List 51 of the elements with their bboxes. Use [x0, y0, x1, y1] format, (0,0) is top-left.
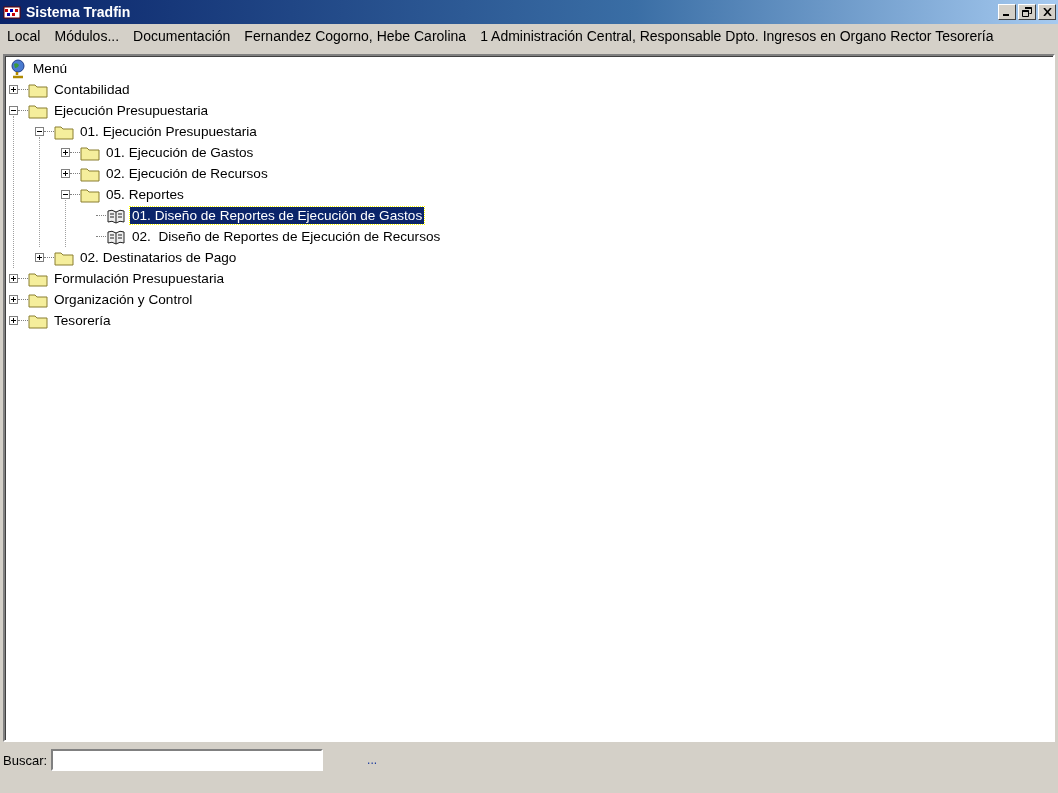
- menu-item[interactable]: Módulos...: [47, 28, 127, 44]
- collapse-icon[interactable]: [61, 190, 70, 199]
- expand-icon[interactable]: [9, 274, 18, 283]
- menu-item[interactable]: Documentación: [126, 28, 238, 44]
- menu-item[interactable]: Local: [0, 28, 48, 44]
- expand-icon[interactable]: [9, 295, 18, 304]
- more-link[interactable]: ...: [367, 753, 378, 767]
- collapse-icon[interactable]: [35, 127, 44, 136]
- folder-icon: [28, 270, 48, 287]
- collapse-icon[interactable]: [9, 106, 18, 115]
- tree-item[interactable]: Tesorería: [52, 312, 113, 329]
- expand-icon[interactable]: [35, 253, 44, 262]
- tree-item[interactable]: 01. Diseño de Reportes de Ejecución de Gastos: [130, 207, 425, 224]
- tree-item[interactable]: 05. Reportes: [104, 186, 186, 203]
- window-title: Sistema Tradfin: [26, 4, 132, 20]
- folder-icon: [54, 123, 74, 140]
- tree-item[interactable]: 02. Destinatarios de Pago: [78, 249, 239, 266]
- folder-icon: [28, 81, 48, 98]
- app-icon: [3, 4, 21, 20]
- book-icon: [106, 207, 126, 224]
- folder-icon: [54, 249, 74, 266]
- book-icon: [106, 228, 126, 245]
- menu-item[interactable]: Fernandez Cogorno, Hebe Carolina: [237, 28, 474, 44]
- restore-icon: [1022, 7, 1032, 17]
- folder-icon: [80, 144, 100, 161]
- tree-item[interactable]: 01. Ejecución de Gastos: [104, 144, 256, 161]
- folder-icon: [80, 165, 100, 182]
- restore-button[interactable]: [1018, 4, 1036, 20]
- minimize-button[interactable]: [998, 4, 1016, 20]
- tree-item[interactable]: Organización y Control: [52, 291, 195, 308]
- expand-icon[interactable]: [61, 148, 70, 157]
- search-label: Buscar:: [3, 752, 48, 768]
- expand-icon[interactable]: [9, 85, 18, 94]
- tree-root[interactable]: Menú: [31, 60, 69, 77]
- expand-icon[interactable]: [61, 169, 70, 178]
- tree-item[interactable]: 01. Ejecución Presupuestaria: [78, 123, 259, 140]
- tree-item[interactable]: Formulación Presupuestaria: [52, 270, 226, 287]
- folder-icon: [80, 186, 100, 203]
- tree-item[interactable]: 02. Diseño de Reportes de Ejecución de Recursos: [130, 228, 443, 245]
- folder-icon: [28, 102, 48, 119]
- menu-item[interactable]: 1 Administración Central, Responsable Dpto. Ingresos en Organo Rector Tesorería: [473, 28, 1001, 44]
- close-button[interactable]: [1038, 4, 1056, 20]
- close-icon: [1042, 8, 1052, 16]
- folder-icon: [28, 312, 48, 329]
- globe-icon: [9, 58, 27, 79]
- tree-item[interactable]: Contabilidad: [52, 81, 132, 98]
- tree-item[interactable]: Ejecución Presupuestaria: [52, 102, 211, 119]
- folder-icon: [28, 291, 48, 308]
- search-field[interactable]: [51, 749, 324, 771]
- expand-icon[interactable]: [9, 316, 18, 325]
- tree-item[interactable]: 02. Ejecución de Recursos: [104, 165, 270, 182]
